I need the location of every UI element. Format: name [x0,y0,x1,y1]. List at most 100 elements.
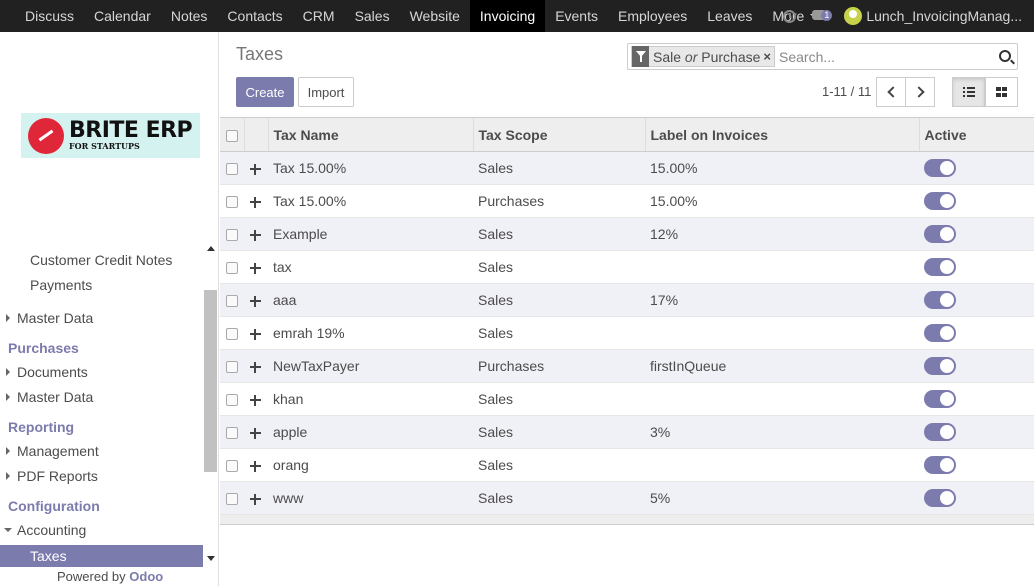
create-button[interactable]: Create [236,77,294,107]
scroll-up-arrow-icon[interactable] [207,246,215,251]
nav-item-employees[interactable]: Employees [608,0,697,32]
row-checkbox[interactable] [226,295,238,308]
tax-scope-cell[interactable]: Sales [473,382,645,416]
sidebar-item-accounting[interactable]: Accounting [0,522,203,538]
active-toggle[interactable] [924,456,956,475]
tax-scope-cell[interactable]: Purchases [473,349,645,383]
nav-item-sales[interactable]: Sales [345,0,400,32]
column-header-active[interactable]: Active [918,117,1034,152]
row-checkbox[interactable] [226,262,238,275]
tax-name-cell[interactable]: tax [268,250,473,284]
scroll-down-arrow-icon[interactable] [207,556,215,561]
drag-handle-icon[interactable] [249,295,262,308]
active-toggle[interactable] [924,423,956,442]
table-row[interactable]: orang Sales [220,448,1034,482]
invoice-label-cell[interactable]: 15.00% [645,184,919,218]
tax-name-cell[interactable]: aaa [268,283,473,317]
tax-name-cell[interactable]: www [268,481,473,515]
invoice-label-cell[interactable] [645,382,919,416]
active-toggle[interactable] [924,489,956,508]
search-input[interactable] [779,48,990,65]
tax-scope-cell[interactable]: Sales [473,415,645,449]
active-toggle[interactable] [924,324,956,343]
drag-handle-icon[interactable] [249,262,262,275]
table-row[interactable]: NewTaxPayer Purchases firstInQueue [220,349,1034,383]
sidebar-item-customer-credit-notes[interactable]: Customer Credit Notes [0,252,203,268]
invoice-label-cell[interactable] [645,448,919,482]
facet-remove-icon[interactable]: × [763,49,774,64]
tax-name-cell[interactable]: orang [268,448,473,482]
tax-scope-cell[interactable]: Sales [473,250,645,284]
table-row[interactable]: Example Sales 12% [220,217,1034,251]
pager-previous-button[interactable] [876,77,906,107]
invoice-label-cell[interactable]: 17% [645,283,919,317]
sidebar-item-master-data[interactable]: Master Data [0,310,203,326]
invoice-label-cell[interactable]: 15.00% [645,151,919,185]
scrollbar-thumb[interactable] [204,290,217,472]
invoice-label-cell[interactable] [645,250,919,284]
nav-item-website[interactable]: Website [400,0,470,32]
tax-scope-cell[interactable]: Purchases [473,184,645,218]
tax-scope-cell[interactable]: Sales [473,448,645,482]
drag-handle-icon[interactable] [249,493,262,506]
tax-scope-cell[interactable]: Sales [473,151,645,185]
invoice-label-cell[interactable]: firstInQueue [645,349,919,383]
row-checkbox[interactable] [226,361,238,374]
invoice-label-cell[interactable]: 3% [645,415,919,449]
column-header-tax-name[interactable]: Tax Name [267,117,473,152]
sidebar-scrollbar[interactable] [203,240,217,570]
nav-item-discuss[interactable]: Discuss [15,0,84,32]
drag-handle-icon[interactable] [249,163,262,176]
row-checkbox[interactable] [226,493,238,506]
kanban-view-button[interactable] [985,77,1018,107]
search-facet[interactable]: Sale or Purchase × [631,46,776,67]
sidebar-item-management[interactable]: Management [0,443,203,459]
drag-handle-icon[interactable] [249,427,262,440]
row-checkbox[interactable] [226,229,238,242]
sidebar-item-pdf-reports[interactable]: PDF Reports [0,468,203,484]
pager-next-button[interactable] [905,77,935,107]
drag-handle-icon[interactable] [249,394,262,407]
table-row[interactable]: khan Sales [220,382,1034,416]
tax-scope-cell[interactable]: Sales [473,316,645,350]
user-avatar[interactable] [844,7,863,25]
table-row[interactable]: aaa Sales 17% [220,283,1034,317]
row-checkbox[interactable] [226,328,238,341]
nav-item-invoicing[interactable]: Invoicing [469,0,546,32]
tax-scope-cell[interactable]: Sales [473,217,645,251]
user-menu[interactable]: Lunch_InvoicingManag... [866,8,1034,24]
active-toggle[interactable] [924,357,956,376]
active-toggle[interactable] [924,225,956,244]
tax-name-cell[interactable]: Tax 15.00% [268,151,473,185]
messaging-icon[interactable]: 1 [812,8,834,24]
invoice-label-cell[interactable]: 5% [645,481,919,515]
select-all-checkbox[interactable] [226,129,238,142]
row-checkbox[interactable] [226,163,238,176]
sidebar-item-payments[interactable]: Payments [0,277,203,293]
row-checkbox[interactable] [226,196,238,209]
table-row[interactable]: Tax 15.00% Purchases 15.00% [220,184,1034,218]
tax-name-cell[interactable]: emrah 19% [268,316,473,350]
drag-handle-icon[interactable] [249,361,262,374]
drag-handle-icon[interactable] [249,328,262,341]
table-row[interactable]: tax Sales [220,250,1034,284]
nav-item-contacts[interactable]: Contacts [217,0,292,32]
tax-name-cell[interactable]: khan [268,382,473,416]
table-row[interactable]: emrah 19% Sales [220,316,1034,350]
nav-item-calendar[interactable]: Calendar [84,0,161,32]
column-header-label-on-invoices[interactable]: Label on Invoices [644,117,919,152]
tax-scope-cell[interactable]: Sales [473,283,645,317]
drag-handle-icon[interactable] [249,196,262,209]
active-toggle[interactable] [924,258,956,277]
table-row[interactable]: Tax 15.00% Sales 15.00% [220,151,1034,185]
activity-clock-icon[interactable] [783,9,797,23]
odoo-link[interactable]: Odoo [129,569,163,584]
row-checkbox[interactable] [226,427,238,440]
column-header-tax-scope[interactable]: Tax Scope [472,117,645,152]
nav-item-events[interactable]: Events [545,0,608,32]
drag-handle-icon[interactable] [249,460,262,473]
table-row[interactable]: www Sales 5% [220,481,1034,515]
sidebar-item-purchases-master-data[interactable]: Master Data [0,389,203,405]
nav-item-notes[interactable]: Notes [161,0,218,32]
import-button[interactable]: Import [298,77,354,107]
